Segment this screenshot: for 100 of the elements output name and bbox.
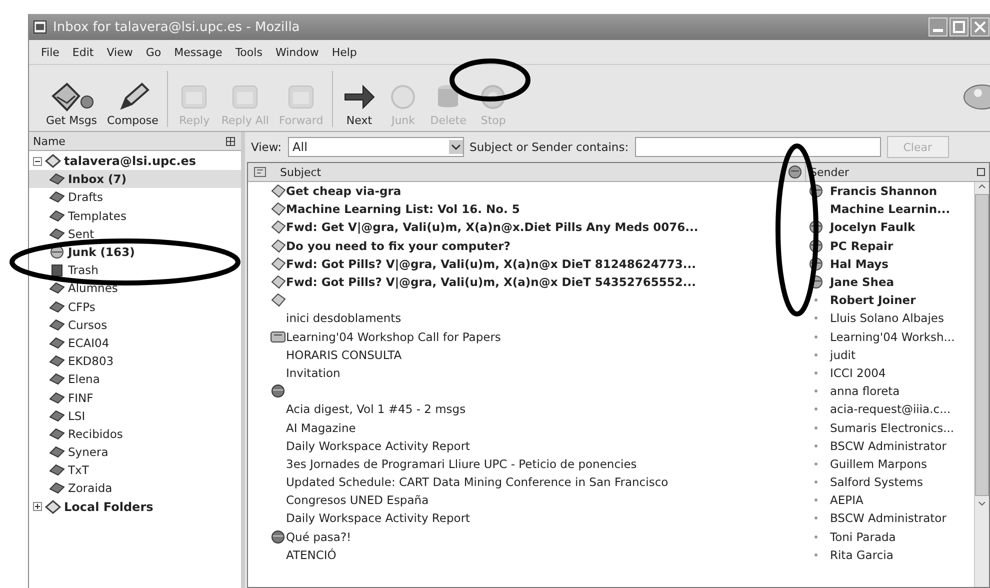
folder-icon xyxy=(49,354,65,368)
folder-item[interactable]: Alumnes xyxy=(29,279,241,298)
message-subject[interactable]: Daily Workspace Activity Report xyxy=(286,511,470,526)
message-subject[interactable]: ATENCIÓ xyxy=(286,548,336,562)
dot-icon[interactable] xyxy=(814,352,818,357)
dot-icon[interactable] xyxy=(814,534,818,539)
menu-item[interactable]: Help xyxy=(332,46,357,58)
message-icon xyxy=(270,384,286,398)
message-subject[interactable]: Qué pasa?! xyxy=(286,530,352,544)
search-field[interactable] xyxy=(634,137,881,157)
folder-item[interactable]: EKD803 xyxy=(29,352,241,370)
folder-item[interactable]: Elena xyxy=(29,370,241,388)
folder-item[interactable]: Templates xyxy=(29,206,241,225)
menu-item[interactable]: View xyxy=(106,46,133,58)
dot-icon[interactable] xyxy=(814,407,818,412)
dot-icon[interactable] xyxy=(814,480,818,484)
folder-icon xyxy=(49,300,65,314)
message-sender: Toni Parada xyxy=(830,530,896,544)
message-subject[interactable]: 3es Jornades de Programari Lliure UPC - Peticio de ponencies xyxy=(286,456,637,471)
menu-item[interactable]: Go xyxy=(146,46,162,58)
message-sender: BSCW Administrator xyxy=(830,438,946,453)
twisty-icon[interactable] xyxy=(33,156,42,166)
dot-icon[interactable] xyxy=(814,498,818,502)
twisty-icon[interactable] xyxy=(33,502,42,512)
message-sender: Jane Shea xyxy=(830,275,894,290)
dot-icon[interactable] xyxy=(814,516,818,520)
folder-item[interactable]: Recibidos xyxy=(29,424,241,443)
folder-item[interactable]: Cursos xyxy=(29,316,241,334)
message-subject[interactable]: Fwd: Got Pills? V|@gra, Vali(u)m, X(a)n@x DieT 81248624773... xyxy=(286,256,696,271)
column-picker-icon[interactable] xyxy=(226,136,235,146)
message-sender: Francis Shannon xyxy=(830,184,938,198)
folder-item[interactable]: FINF xyxy=(29,388,241,407)
folder-icon xyxy=(49,463,65,478)
menu-item[interactable]: File xyxy=(41,46,60,58)
message-subject[interactable]: Get cheap via-gra xyxy=(286,184,402,198)
folder-item[interactable]: Zoraida xyxy=(29,479,241,498)
message-subject[interactable]: Machine Learning List: Vol 16. No. 5 xyxy=(286,202,520,216)
folder-item[interactable]: CFPs xyxy=(29,298,241,316)
message-subject[interactable]: Fwd: Got Pills? V|@gra, Vali(u)m, X(a)n@x DieT 54352765552... xyxy=(286,275,696,290)
message-subject[interactable]: Updated Schedule: CART Data Mining Conference in San Francisco xyxy=(286,475,668,490)
scroll-down-icon[interactable] xyxy=(977,500,987,508)
toolbar-button[interactable]: Get Msgs xyxy=(41,80,102,127)
message-sender: Machine Learnin... xyxy=(830,202,950,216)
dot-icon[interactable] xyxy=(814,444,818,448)
message-subject[interactable]: Fwd: Get V|@gra, Vali(u)m, X(a)n@x.Diet Pills Any Meds 0076... xyxy=(286,220,698,234)
folder-icon xyxy=(49,172,65,186)
menu-item[interactable]: Edit xyxy=(72,46,94,58)
column-header[interactable]: Name xyxy=(29,132,241,151)
dot-icon[interactable] xyxy=(814,426,818,430)
menu-item[interactable]: Message xyxy=(174,46,222,58)
folder-item[interactable]: LSI xyxy=(29,406,241,425)
dot-icon[interactable] xyxy=(814,298,818,302)
folder-item[interactable]: ECAI04 xyxy=(29,334,241,352)
column-header[interactable]: Subject xyxy=(248,163,785,181)
message-icon xyxy=(270,238,286,253)
message-subject[interactable]: Learning'04 Workshop Call for Papers xyxy=(286,330,501,344)
dot-icon[interactable] xyxy=(814,389,818,394)
message-icon xyxy=(270,293,286,308)
message-sender: Robert Joiner xyxy=(830,293,916,308)
message-subject[interactable]: Daily Workspace Activity Report xyxy=(286,438,470,453)
scroll-up-icon[interactable] xyxy=(977,182,987,190)
dot-icon[interactable] xyxy=(814,462,818,466)
message-sender: AEPIA xyxy=(830,493,864,508)
folder-item[interactable]: Trash xyxy=(29,261,241,280)
toolbar-button[interactable]: Compose xyxy=(102,80,164,127)
message-sender: anna floreta xyxy=(830,384,900,398)
account-name[interactable]: Local Folders xyxy=(64,500,154,514)
message-sender: Jocelyn Faulk xyxy=(830,220,916,234)
maximize-icon[interactable] xyxy=(949,17,969,37)
minimize-icon[interactable] xyxy=(928,17,948,37)
account-name[interactable]: talavera@lsi.upc.es xyxy=(64,154,196,168)
message-icon xyxy=(270,530,286,544)
message-sender: acia-request@iiia.c... xyxy=(830,402,951,416)
message-subject[interactable]: inici desdoblaments xyxy=(286,311,402,326)
folder-item[interactable]: Synera xyxy=(29,443,241,462)
dot-icon[interactable] xyxy=(814,316,818,320)
dot-icon[interactable] xyxy=(814,370,818,375)
message-sender: judit xyxy=(830,348,856,362)
message-subject[interactable]: HORARIS CONSULTA xyxy=(286,348,402,362)
folder-item[interactable]: Sent xyxy=(29,224,241,243)
menu-item[interactable]: Tools xyxy=(235,46,262,58)
scrollbar[interactable] xyxy=(974,182,989,587)
message-subject[interactable]: AI Magazine xyxy=(286,420,356,435)
message-subject[interactable]: Invitation xyxy=(286,366,340,380)
folder-item[interactable]: TxT xyxy=(29,461,241,480)
message-subject[interactable]: Do you need to fix your computer? xyxy=(286,238,510,253)
menu-item[interactable]: Window xyxy=(275,46,319,58)
close-icon[interactable] xyxy=(970,17,990,37)
column-picker-icon[interactable] xyxy=(977,168,985,176)
message-subject[interactable]: Congresos UNED España xyxy=(286,493,429,508)
dot-icon[interactable] xyxy=(814,552,818,557)
folder-icon xyxy=(49,481,65,496)
message-sender: Rita Garcia xyxy=(830,548,894,562)
message-subject[interactable]: Acia digest, Vol 1 #45 - 2 msgs xyxy=(286,402,466,416)
folder-item[interactable]: Drafts xyxy=(29,188,241,207)
dot-icon[interactable] xyxy=(814,334,818,339)
folder-item[interactable]: Junk (163) xyxy=(29,242,241,262)
junk-column-icon xyxy=(788,165,802,179)
view-dropdown[interactable]: All xyxy=(288,137,464,157)
toolbar-button[interactable]: Next xyxy=(337,80,382,127)
